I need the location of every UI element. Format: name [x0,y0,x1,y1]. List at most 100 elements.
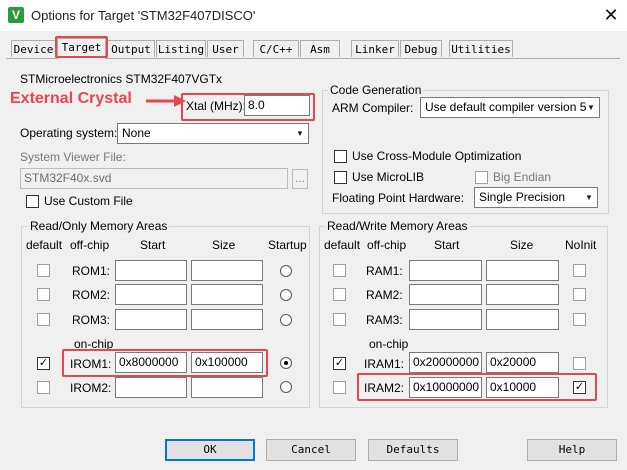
microlib-checkbox[interactable] [334,171,347,184]
ram1-size-input[interactable] [486,260,559,281]
ro-header-size: Size [212,238,236,252]
iram2-label: IRAM2: [364,381,405,395]
ok-button[interactable]: OK [165,439,255,461]
ro-header-offchip: off-chip [70,238,110,252]
os-select-value: None [122,126,151,140]
rom2-size-input[interactable] [191,284,263,305]
rom1-startup-radio[interactable] [280,265,292,277]
ram3-start-input[interactable] [409,309,482,330]
rw-header-start: Start [434,238,460,252]
ram2-default-checkbox[interactable] [333,288,346,301]
chevron-down-icon: ▼ [585,193,593,202]
readonly-memory-title: Read/Only Memory Areas [28,219,170,233]
svd-label: System Viewer File: [20,150,126,164]
rom1-default-checkbox[interactable] [37,264,50,277]
irom1-size-input[interactable]: 0x100000 [191,352,263,373]
iram1-noinit-checkbox[interactable] [573,357,586,370]
irom1-default-checkbox[interactable]: ✓ [37,357,50,370]
target-tab-highlight [55,36,108,58]
tab-output[interactable]: Output [107,40,155,57]
big-endian-label: Big Endian [493,170,552,184]
iram1-size-input[interactable]: 0x20000 [486,352,559,373]
irom1-startup-radio[interactable] [280,357,292,369]
rw-header-default: default [324,238,361,252]
use-custom-file-label: Use Custom File [44,194,133,208]
big-endian-checkbox[interactable] [475,171,488,184]
iram1-default-checkbox[interactable]: ✓ [333,357,346,370]
tab-asm[interactable]: Asm [300,40,340,57]
rom3-size-input[interactable] [191,309,263,330]
iram2-default-checkbox[interactable] [333,381,346,394]
arm-compiler-label: ARM Compiler: [332,101,414,115]
rom2-default-checkbox[interactable] [37,288,50,301]
irom1-label: IROM1: [70,357,112,371]
irom2-size-input[interactable] [191,377,263,398]
xtal-label: Xtal (MHz): [186,99,246,113]
svd-input[interactable]: STM32F40x.svd [20,168,288,189]
use-custom-file-checkbox[interactable] [26,195,39,208]
ram3-default-checkbox[interactable] [333,313,346,326]
cross-module-label: Use Cross-Module Optimization [352,149,522,163]
chevron-down-icon: ▼ [296,129,304,138]
ram1-default-checkbox[interactable] [333,264,346,277]
readwrite-memory-title: Read/Write Memory Areas [325,219,470,233]
ram1-start-input[interactable] [409,260,482,281]
rom1-label: ROM1: [72,264,111,278]
title-bar: V Options for Target 'STM32F407DISCO' ✕ [0,0,627,31]
cancel-button[interactable]: Cancel [266,439,356,461]
window-title: Options for Target 'STM32F407DISCO' [31,8,256,23]
tab-user[interactable]: User [207,40,244,57]
help-button[interactable]: Help [527,439,617,461]
defaults-button[interactable]: Defaults [368,439,458,461]
rom3-startup-radio[interactable] [280,314,292,326]
fpu-select[interactable]: Single Precision ▼ [474,187,598,208]
tab-linker[interactable]: Linker [351,40,399,57]
irom2-start-input[interactable] [115,377,187,398]
fpu-label: Floating Point Hardware: [332,191,465,205]
ram3-noinit-checkbox[interactable] [573,313,586,326]
rw-header-noinit: NoInit [565,238,597,252]
tab-c-cpp[interactable]: C/C++ [253,40,299,57]
rom3-default-checkbox[interactable] [37,313,50,326]
rw-header-size: Size [510,238,534,252]
svd-browse-button[interactable]: ... [292,169,308,189]
rom2-startup-radio[interactable] [280,289,292,301]
iram2-noinit-checkbox[interactable]: ✓ [573,381,586,394]
code-generation-title: Code Generation [328,83,424,97]
ro-header-start: Start [140,238,166,252]
xtal-input[interactable]: 8.0 [244,95,310,116]
ram2-start-input[interactable] [409,284,482,305]
tab-device[interactable]: Device [11,40,56,57]
ram2-label: RAM2: [366,288,403,302]
device-name: STMicroelectronics STM32F407VGTx [20,72,223,86]
rom1-size-input[interactable] [191,260,263,281]
ram3-size-input[interactable] [486,309,559,330]
iram1-start-input[interactable]: 0x20000000 [409,352,482,373]
arm-compiler-value: Use default compiler version 5 [425,100,587,114]
ram3-label: RAM3: [366,313,403,327]
os-select[interactable]: None ▼ [117,123,309,144]
tab-debug[interactable]: Debug [400,40,442,57]
tab-utilities[interactable]: Utilities [449,40,513,57]
rom2-start-input[interactable] [115,284,187,305]
rom3-start-input[interactable] [115,309,187,330]
ram2-size-input[interactable] [486,284,559,305]
rw-header-offchip: off-chip [367,238,407,252]
os-label: Operating system: [20,126,118,140]
iram2-start-input[interactable]: 0x10000000 [409,377,482,398]
fpu-value: Single Precision [479,190,566,204]
irom1-start-input[interactable]: 0x8000000 [115,352,187,373]
ram1-noinit-checkbox[interactable] [573,264,586,277]
irom2-default-checkbox[interactable] [37,381,50,394]
arm-compiler-select[interactable]: Use default compiler version 5 ▼ [420,97,600,118]
cross-module-checkbox[interactable] [334,150,347,163]
tab-listing[interactable]: Listing [156,40,206,57]
ro-header-default: default [26,238,63,252]
external-crystal-annotation: External Crystal [10,90,132,107]
iram2-size-input[interactable]: 0x10000 [486,377,559,398]
ram2-noinit-checkbox[interactable] [573,288,586,301]
rw-onchip-label: on-chip [369,337,409,351]
rom1-start-input[interactable] [115,260,187,281]
irom2-startup-radio[interactable] [280,381,292,393]
close-icon[interactable]: ✕ [596,3,626,27]
